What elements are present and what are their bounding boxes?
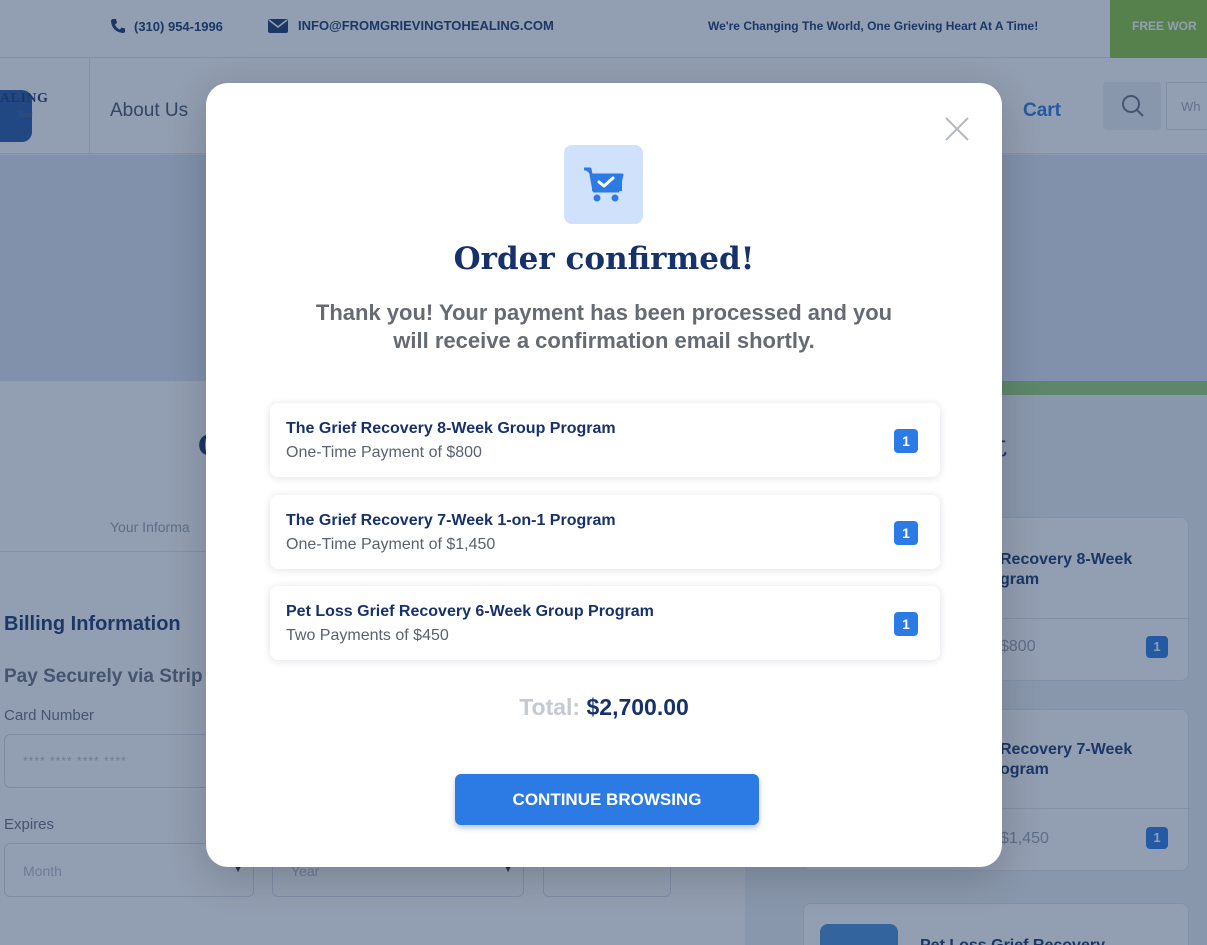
close-button[interactable]	[942, 114, 972, 144]
order-confirmed-modal: Order confirmed! Thank you! Your payment…	[206, 83, 1002, 867]
order-item-price: Two Payments of $450	[286, 627, 449, 644]
order-total: Total: $2,700.00	[206, 694, 1002, 721]
order-item: The Grief Recovery 7-Week 1-on-1 Program…	[270, 495, 940, 569]
order-item-name: The Grief Recovery 7-Week 1-on-1 Program	[286, 512, 616, 529]
order-item-price: One-Time Payment of $800	[286, 444, 482, 461]
modal-title: Order confirmed!	[453, 241, 755, 277]
order-item-quantity-badge: 1	[894, 521, 918, 545]
order-item: Pet Loss Grief Recovery 6-Week Group Pro…	[270, 586, 940, 660]
total-value: $2,700.00	[586, 694, 689, 720]
order-item-price: One-Time Payment of $1,450	[286, 536, 496, 553]
order-item-quantity-badge: 1	[894, 612, 918, 636]
confirmation-message: Thank you! Your payment has been process…	[315, 300, 893, 353]
total-label: Total:	[519, 694, 581, 720]
close-icon	[945, 117, 969, 141]
cart-check-icon	[583, 167, 623, 201]
order-item-name: The Grief Recovery 8-Week Group Program	[286, 420, 616, 437]
order-item-quantity-badge: 1	[894, 429, 918, 453]
cart-icon-badge	[564, 145, 643, 224]
continue-browsing-button[interactable]: CONTINUE BROWSING	[455, 774, 759, 825]
order-item: The Grief Recovery 8-Week Group Program …	[270, 403, 940, 477]
order-item-name: Pet Loss Grief Recovery 6-Week Group Pro…	[286, 603, 654, 620]
